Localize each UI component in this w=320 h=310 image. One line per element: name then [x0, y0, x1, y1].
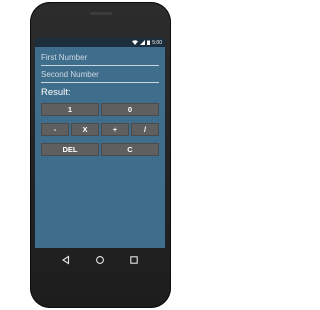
- digit-zero-button[interactable]: 0: [101, 103, 159, 116]
- home-icon[interactable]: [93, 253, 107, 267]
- status-time: 5:00: [152, 39, 162, 46]
- result-label: Result:: [41, 87, 71, 98]
- divide-button[interactable]: /: [131, 123, 159, 136]
- first-number-input[interactable]: [41, 52, 159, 66]
- signal-icon: [140, 40, 146, 45]
- earpiece-speaker: [90, 12, 112, 15]
- plus-button[interactable]: +: [101, 123, 129, 136]
- delete-button[interactable]: DEL: [41, 143, 99, 156]
- digit-one-button[interactable]: 1: [41, 103, 99, 116]
- battery-icon: [147, 40, 151, 45]
- recents-icon[interactable]: [127, 253, 141, 267]
- navigation-bar: [35, 250, 165, 270]
- multiply-button[interactable]: X: [71, 123, 99, 136]
- status-bar: 5:00: [35, 38, 165, 47]
- minus-button[interactable]: -: [41, 123, 69, 136]
- wifi-icon: [132, 40, 139, 45]
- second-number-input[interactable]: [41, 69, 159, 83]
- back-icon[interactable]: [59, 253, 73, 267]
- clear-button[interactable]: C: [101, 143, 159, 156]
